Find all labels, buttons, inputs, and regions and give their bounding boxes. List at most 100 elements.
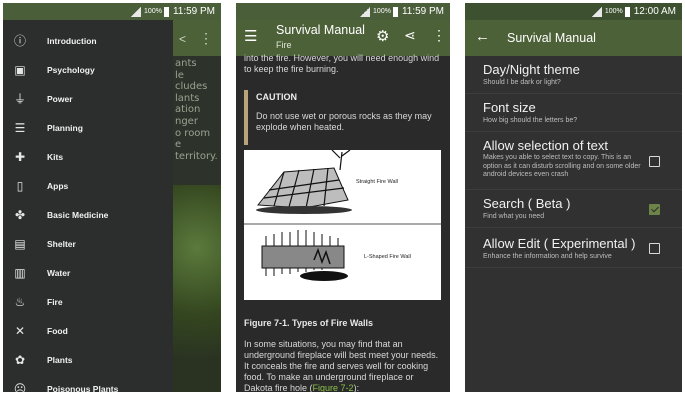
status-bar: 100% 12:00 AM (465, 3, 682, 20)
battery-percent: 100% (373, 8, 391, 15)
fire-wall-figure: Straight Fire Wall L-Shaped Fire Wall (244, 149, 441, 300)
signal-icon (360, 6, 371, 17)
info-icon: ⓘ (13, 33, 26, 48)
phone-screen-article: 100% 11:59 PM ☰ Survival Manual Fire ⚙ ⋖… (236, 3, 450, 392)
figure-caption: Figure 7-1. Types of Fire Walls (244, 318, 374, 328)
setting-heading: Allow selection of text (483, 138, 609, 153)
paragraph-text: ): (353, 383, 360, 392)
nav-item-food[interactable]: ✕ Food (3, 316, 173, 345)
app-bar: ← Survival Manual (465, 20, 682, 56)
app-bar: ☰ Survival Manual Fire ⚙ ⋖ ⋮ (236, 20, 450, 56)
flame-icon: ♨ (14, 294, 26, 309)
signal-icon (131, 6, 142, 17)
clock: 11:59 PM (401, 6, 444, 17)
paragraph: into the fire. However, you will need en… (244, 53, 440, 74)
nav-item-plants[interactable]: ✿ Plants (3, 345, 173, 374)
nav-label: Kits (47, 151, 64, 162)
nav-label: Shelter (47, 238, 76, 249)
fire-wall-illustration: Straight Fire Wall L-Shaped Fire Wall (244, 149, 441, 300)
clock: 11:59 PM (172, 6, 215, 17)
nav-item-introduction[interactable]: ⓘ Introduction (3, 26, 173, 55)
setting-heading: Search ( Beta ) (483, 196, 571, 211)
setting-description: How big should the letters be? (483, 117, 578, 124)
app-bar: < ⋮ (173, 20, 221, 56)
plug-icon: ⏚ (13, 91, 26, 106)
nav-label: Power (47, 93, 73, 104)
nav-item-apps[interactable]: ▯ Apps (3, 171, 173, 200)
phone-icon: ▯ (16, 178, 24, 193)
app-title: Survival Manual (507, 31, 596, 45)
share-icon[interactable]: ⋖ (404, 27, 416, 44)
shelter-icon: ▤ (14, 236, 26, 251)
list-icon: ☰ (14, 120, 26, 135)
signal-icon (591, 6, 602, 17)
nav-label: Poisonous Plants (47, 383, 119, 393)
nav-item-power[interactable]: ⏚ Power (3, 84, 173, 113)
status-bar: 100% 11:59 PM (3, 3, 221, 20)
portrait-icon: ▣ (14, 62, 26, 77)
article-body: into the fire. However, you will need en… (236, 53, 450, 392)
setting-heading: Font size (483, 100, 536, 115)
setting-search-beta[interactable]: Search ( Beta ) Find what you need (465, 190, 682, 228)
medical-bag-icon: ✚ (14, 149, 26, 164)
back-arrow-icon[interactable]: ← (475, 28, 490, 45)
status-bar: 100% 11:59 PM (236, 3, 450, 20)
nav-label: Apps (47, 180, 69, 191)
navigation-drawer: ⓘ Introduction ▣ Psychology ⏚ Power ☰ Pl… (3, 20, 173, 392)
figure-link[interactable]: Figure 7-2 (313, 383, 354, 392)
sad-face-icon: ☹ (13, 381, 27, 393)
setting-day-night-theme[interactable]: Day/Night theme Should I be dark or ligh… (465, 56, 682, 94)
flower-icon: ✿ (14, 352, 26, 367)
nav-item-psychology[interactable]: ▣ Psychology (3, 55, 173, 84)
nav-item-basic-medicine[interactable]: ✤ Basic Medicine (3, 200, 173, 229)
nav-label: Basic Medicine (47, 209, 109, 220)
water-icon: ▥ (14, 265, 26, 280)
overflow-menu-icon: ⋮ (199, 30, 213, 46)
nav-item-fire[interactable]: ♨ Fire (3, 287, 173, 316)
hamburger-menu-icon[interactable]: ☰ (244, 28, 257, 46)
setting-heading: Allow Edit ( Experimental ) (483, 236, 636, 251)
setting-description: Find what you need (483, 213, 545, 220)
nav-item-planning[interactable]: ☰ Planning (3, 113, 173, 142)
app-title: Survival Manual (276, 23, 365, 37)
bandage-icon: ✤ (14, 207, 26, 222)
setting-description: Enhance the information and help survive (483, 253, 612, 260)
phone-screen-navigation: 100% 11:59 PM < ⋮ ants le cludes lants a… (3, 3, 221, 392)
setting-heading: Day/Night theme (483, 62, 580, 77)
tree-image (173, 185, 221, 392)
nav-label: Planning (47, 122, 83, 133)
nav-item-shelter[interactable]: ▤ Shelter (3, 229, 173, 258)
nav-label: Plants (47, 354, 73, 365)
figure-label: L-Shaped Fire Wall (364, 254, 411, 260)
setting-font-size[interactable]: Font size How big should the letters be? (465, 94, 682, 132)
caution-heading: CAUTION (256, 92, 297, 102)
setting-description: Makes you able to select text to copy. T… (483, 154, 641, 179)
allow-edit-checkbox[interactable] (649, 243, 660, 254)
battery-icon (392, 6, 398, 17)
nav-item-poisonous-plants[interactable]: ☹ Poisonous Plants (3, 374, 173, 393)
figure-label: Straight Fire Wall (356, 179, 398, 185)
battery-percent: 100% (604, 8, 623, 15)
section-subtitle: Fire (276, 40, 292, 50)
nav-item-kits[interactable]: ✚ Kits (3, 142, 173, 171)
setting-description: Should I be dark or light? (483, 79, 561, 86)
nav-label: Introduction (47, 35, 97, 46)
battery-icon (624, 6, 630, 17)
share-icon: < (179, 32, 187, 46)
nav-label: Food (47, 325, 68, 336)
setting-allow-edit[interactable]: Allow Edit ( Experimental ) Enhance the … (465, 228, 682, 268)
utensils-icon: ✕ (14, 323, 26, 338)
settings-gear-icon[interactable]: ⚙ (376, 27, 389, 45)
battery-icon (163, 6, 169, 17)
search-checkbox[interactable] (649, 204, 660, 215)
caution-text: Do not use wet or porous rocks as they m… (256, 111, 432, 132)
setting-allow-text-selection[interactable]: Allow selection of text Makes you able t… (465, 132, 682, 190)
text-selection-checkbox[interactable] (649, 156, 660, 167)
overflow-menu-icon[interactable]: ⋮ (432, 27, 446, 44)
nav-label: Water (47, 267, 71, 278)
phone-screen-settings: 100% 12:00 AM ← Survival Manual Day/Nigh… (465, 3, 682, 392)
caution-box: CAUTION Do not use wet or porous rocks a… (244, 90, 440, 145)
battery-percent: 100% (144, 8, 162, 15)
background-text: ants le cludes lants ation nger o room e… (175, 58, 218, 162)
nav-item-water[interactable]: ▥ Water (3, 258, 173, 287)
